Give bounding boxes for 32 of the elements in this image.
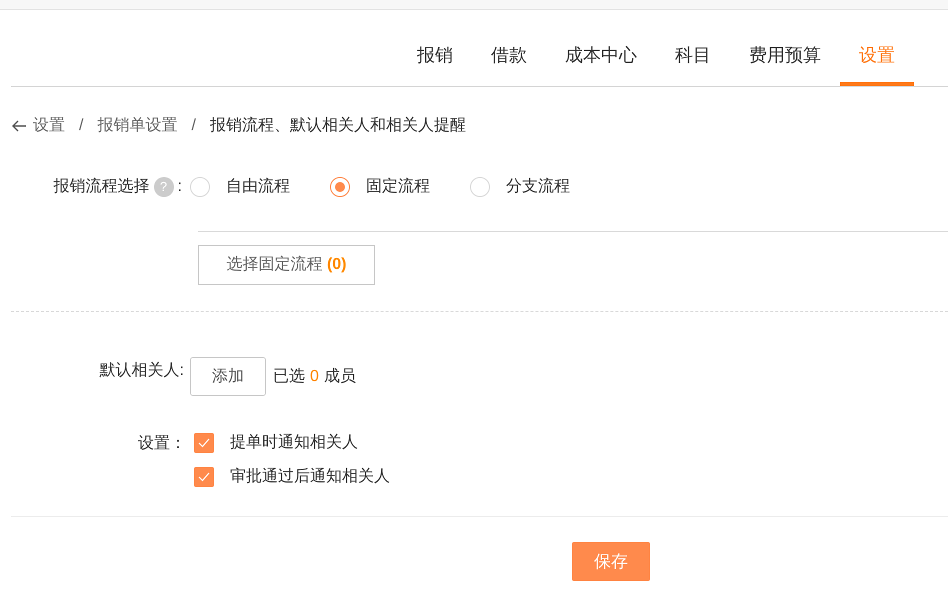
check-icon xyxy=(198,438,210,448)
selected-label: 成员 xyxy=(324,366,356,386)
breadcrumb-item: 报销流程、默认相关人和相关人提醒 xyxy=(210,116,466,136)
field-label: 报销流程选择 xyxy=(54,176,150,197)
radio-option[interactable]: 固定流程 xyxy=(330,175,430,199)
add-button[interactable]: 添加 xyxy=(190,357,266,396)
radio-button[interactable] xyxy=(470,177,490,197)
nav-tab[interactable]: 费用预算 xyxy=(730,29,840,86)
radio-button[interactable] xyxy=(330,177,350,197)
nav-tab[interactable]: 借款 xyxy=(472,29,546,86)
check-icon xyxy=(198,472,210,482)
field-label: 设置： xyxy=(138,434,186,454)
nav-tab[interactable]: 报销 xyxy=(398,29,472,86)
nav-tab[interactable]: 科目 xyxy=(656,29,730,86)
colon-text: : xyxy=(178,177,182,197)
breadcrumb-item[interactable]: 设置 xyxy=(33,114,65,138)
field-label: 默认相关人: xyxy=(100,360,184,381)
checkbox[interactable] xyxy=(194,467,214,487)
checkbox[interactable] xyxy=(194,433,214,453)
breadcrumb-item[interactable]: 报销单设置 xyxy=(97,114,178,138)
radio-option[interactable]: 分支流程 xyxy=(470,175,570,199)
checkbox-option[interactable]: 提单时通知相关人 xyxy=(194,432,390,454)
selected-count: 0 xyxy=(310,366,319,386)
breadcrumb-separator: / xyxy=(191,116,196,136)
breadcrumb-separator: / xyxy=(79,116,84,136)
nav-tab[interactable]: 成本中心 xyxy=(546,29,656,86)
select-flow-button[interactable]: 选择固定流程 (0) xyxy=(198,245,375,285)
selected-label: 已选 xyxy=(273,366,305,386)
checkbox-option[interactable]: 审批通过后通知相关人 xyxy=(194,466,390,488)
radio-button[interactable] xyxy=(190,177,210,197)
radio-option[interactable]: 自由流程 xyxy=(190,175,290,199)
back-arrow-icon[interactable] xyxy=(11,119,27,133)
